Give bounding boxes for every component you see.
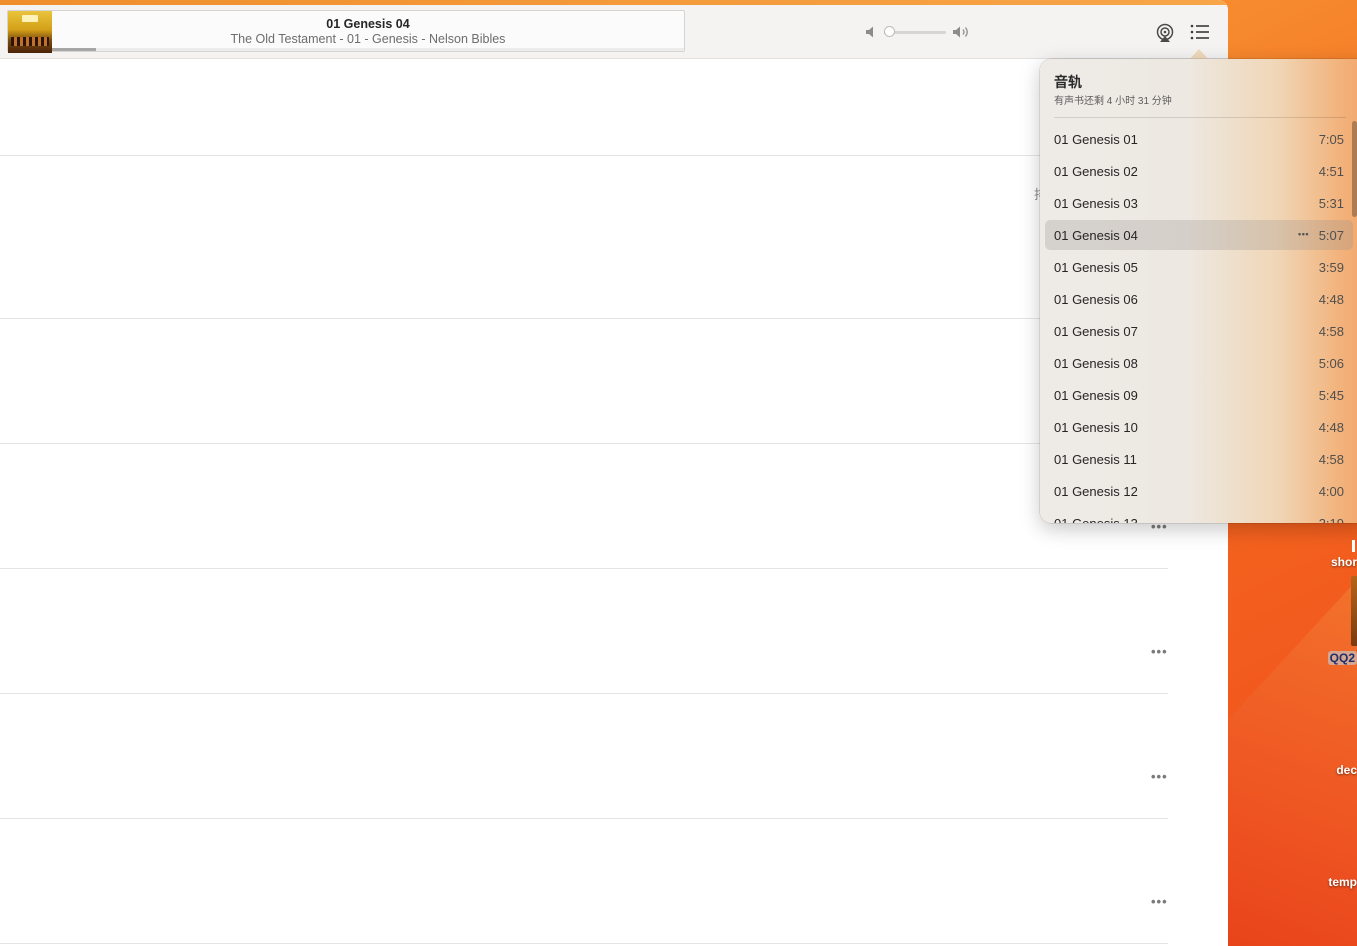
popover-title: 音轨 [1054, 74, 1082, 90]
playback-progress-bar[interactable] [52, 48, 684, 51]
track-name: 01 Genesis 06 [1054, 292, 1138, 307]
volume-slider[interactable] [883, 26, 946, 37]
playback-progress-fill [52, 48, 97, 51]
album-artwork[interactable] [8, 11, 52, 53]
track-duration: 4:48 [1318, 292, 1344, 307]
speaker-low-icon [866, 26, 873, 38]
row-divider [0, 568, 1168, 569]
desktop-file-label-dec[interactable]: dec [1336, 763, 1357, 777]
now-playing-display[interactable]: 01 Genesis 04 The Old Testament - 01 - G… [7, 10, 685, 53]
row-divider [0, 443, 1168, 444]
track-duration: 4:48 [1318, 420, 1344, 435]
airplay-icon[interactable] [1153, 21, 1177, 45]
queue-track-list[interactable]: 01 Genesis 01 7:05 01 Genesis 02 4:51 01 Gen… [1040, 123, 1357, 523]
queue-track[interactable]: 01 Genesis 09 5:45 [1045, 380, 1353, 410]
track-duration: 5:31 [1318, 196, 1344, 211]
queue-track[interactable]: 01 Genesis 01 7:05 [1045, 124, 1353, 154]
desktop-icon-fragment [1352, 540, 1355, 552]
volume-slider-knob[interactable] [883, 26, 895, 37]
track-name: 01 Genesis 05 [1054, 260, 1138, 275]
row-divider [0, 943, 1168, 944]
desktop-file-thumbnail[interactable] [1351, 576, 1357, 646]
track-name: 01 Genesis 02 [1054, 164, 1138, 179]
track-name: 01 Genesis 10 [1054, 420, 1138, 435]
track-duration: 5:06 [1318, 356, 1344, 371]
track-name: 01 Genesis 11 [1054, 452, 1137, 467]
track-name: 01 Genesis 08 [1054, 356, 1138, 371]
track-duration: 5:45 [1318, 388, 1344, 403]
desktop-file-label-shortcut[interactable]: shor [1331, 555, 1357, 569]
track-duration: 3:19 [1319, 516, 1344, 523]
row-divider [0, 318, 1168, 319]
popover-divider [1054, 117, 1346, 118]
queue-track[interactable]: 01 Genesis 12 4:00 [1045, 476, 1353, 506]
desktop-file-label-temp[interactable]: temp [1328, 875, 1357, 889]
row-divider [0, 818, 1168, 819]
track-name: 01 Genesis 07 [1054, 324, 1138, 339]
artwork-label-mark [22, 15, 38, 22]
queue-track[interactable]: 01 Genesis 10 4:48 [1045, 412, 1353, 442]
track-name: 01 Genesis 13 [1054, 516, 1138, 523]
track-duration: 7:05 [1318, 132, 1344, 147]
queue-track[interactable]: 01 Genesis 06 4:48 [1045, 284, 1353, 314]
ellipsis-icon[interactable]: ••• [1151, 769, 1168, 784]
artwork-figures [11, 37, 49, 46]
popover-subtitle: 有声书还剩 4 小时 31 分钟 [1054, 96, 1172, 107]
ellipsis-icon[interactable]: ••• [1151, 894, 1168, 909]
queue-track[interactable]: 01 Genesis 08 5:06 [1045, 348, 1353, 378]
queue-track[interactable]: 01 Genesis 02 4:51 [1045, 156, 1353, 186]
queue-track-current[interactable]: 01 Genesis 04 ••• 5:07 [1045, 220, 1353, 250]
track-duration: 3:59 [1318, 260, 1344, 275]
queue-track[interactable]: 01 Genesis 11 4:58 [1045, 444, 1353, 474]
track-name: 01 Genesis 09 [1054, 388, 1138, 403]
queue-track[interactable]: 01 Genesis 07 4:58 [1045, 316, 1353, 346]
queue-track[interactable]: 01 Genesis 03 5:31 [1045, 188, 1353, 218]
row-divider [0, 693, 1168, 694]
track-name: 01 Genesis 12 [1054, 484, 1138, 499]
window-top-edge [0, 0, 1228, 5]
player-toolbar: 01 Genesis 04 The Old Testament - 01 - G… [0, 0, 1228, 59]
track-name: 01 Genesis 04 [1054, 228, 1138, 243]
track-name: 01 Genesis 03 [1054, 196, 1138, 211]
queue-track[interactable]: 01 Genesis 13 3:19 [1045, 508, 1353, 523]
track-duration: 4:58 [1318, 324, 1344, 339]
now-playing-subtitle: The Old Testament - 01 - Genesis - Nelso… [230, 32, 506, 46]
track-duration: 4:00 [1318, 484, 1344, 499]
speaker-high-icon [953, 26, 968, 38]
track-duration: 4:51 [1318, 164, 1344, 179]
list-icon[interactable] [1188, 21, 1212, 43]
popover-scrollbar[interactable] [1352, 121, 1357, 217]
now-playing-title: 01 Genesis 04 [326, 17, 410, 31]
desktop-file-label-qq[interactable]: QQ2 [1327, 651, 1357, 665]
track-duration: 5:07 [1318, 228, 1344, 243]
queue-popover: 音轨 有声书还剩 4 小时 31 分钟 01 Genesis 01 7:05 01 … [1040, 59, 1357, 523]
ellipsis-icon[interactable]: ••• [1298, 229, 1309, 239]
track-name: 01 Genesis 01 [1054, 132, 1138, 147]
track-duration: 4:58 [1318, 452, 1344, 467]
row-divider [0, 155, 1168, 156]
ellipsis-icon[interactable]: ••• [1151, 644, 1168, 659]
queue-track[interactable]: 01 Genesis 05 3:59 [1045, 252, 1353, 282]
